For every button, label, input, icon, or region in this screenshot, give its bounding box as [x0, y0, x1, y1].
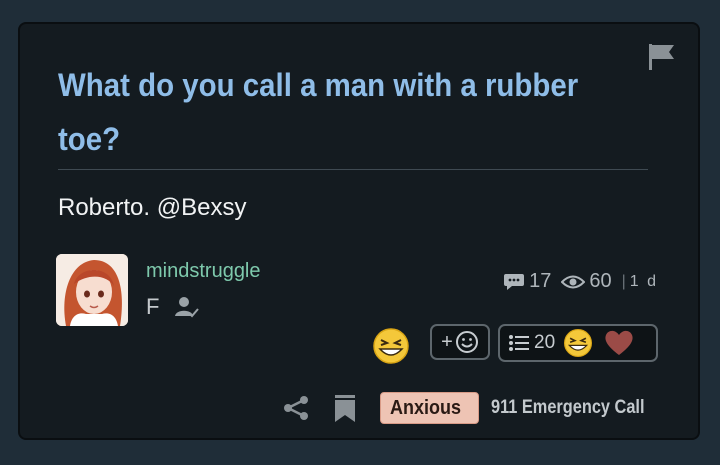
comment-count[interactable]: 17	[503, 270, 551, 293]
add-reaction-label: +	[441, 330, 453, 353]
post-stats: 17 60 | 1 d	[493, 270, 658, 293]
view-count-value: 60	[589, 270, 612, 292]
reaction-count: 20	[534, 332, 556, 353]
mood-tag[interactable]: Anxious	[380, 392, 479, 424]
view-count: 60	[561, 270, 612, 293]
category-link[interactable]: 911 Emergency Call	[491, 397, 670, 419]
avatar[interactable]	[56, 254, 128, 326]
post-body: Roberto. @Bexsy	[58, 194, 247, 221]
heart-icon	[605, 330, 633, 355]
post-age: 1 d	[629, 272, 658, 290]
eye-icon	[561, 275, 586, 288]
comment-icon	[504, 273, 525, 290]
share-icon[interactable]	[282, 394, 310, 422]
category-label: 911 Emergency Call	[491, 397, 645, 418]
post-card: What do you call a man with a rubber toe…	[18, 22, 700, 440]
laughing-emoji-icon	[564, 328, 593, 358]
list-icon	[509, 335, 529, 351]
author-gender: F	[146, 294, 160, 319]
flag-icon[interactable]	[646, 42, 678, 72]
laughing-emoji-icon[interactable]	[372, 327, 410, 365]
divider	[58, 169, 648, 170]
stats-separator: |	[621, 272, 626, 290]
post-title: What do you call a man with a rubber toe…	[58, 67, 579, 157]
bookmark-icon[interactable]	[332, 394, 358, 424]
reaction-summary[interactable]: 20	[498, 324, 658, 362]
author-username[interactable]: mindstruggle	[146, 260, 261, 283]
smiley-icon	[455, 331, 478, 353]
add-reaction-button[interactable]: +	[430, 324, 490, 360]
mood-tag-label: Anxious	[390, 397, 462, 419]
comment-count-value: 17	[529, 270, 552, 292]
user-check-icon	[175, 297, 199, 318]
